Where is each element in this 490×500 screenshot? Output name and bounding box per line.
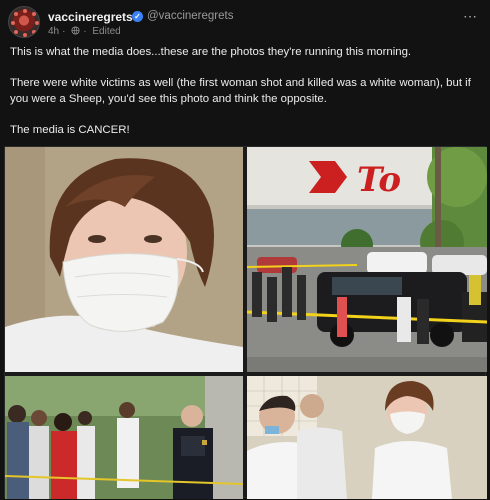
store-police-scene-photo[interactable]: To <box>247 147 487 372</box>
avatar[interactable] <box>8 6 40 38</box>
post-header: vaccineregrets ✓ @vaccineregrets 4h · · E… <box>8 6 482 40</box>
post-time[interactable]: 4h <box>48 26 59 37</box>
post-meta: 4h · · Edited <box>48 26 121 37</box>
post-text: This is what the media does...these are … <box>10 45 480 154</box>
post-paragraph: This is what the media does...these are … <box>10 46 412 58</box>
edited-label[interactable]: Edited <box>92 26 120 37</box>
post-card: vaccineregrets ✓ @vaccineregrets 4h · · E… <box>0 0 490 500</box>
courtroom-photo[interactable] <box>247 376 487 499</box>
globe-icon <box>71 26 80 35</box>
more-options-icon[interactable]: ⋯ <box>463 8 478 25</box>
photo-grid: To <box>4 146 487 499</box>
store-scene-illustration: To <box>247 147 487 372</box>
store-sign-text: To <box>357 160 401 200</box>
verified-icon: ✓ <box>132 11 143 22</box>
courtroom-illustration <box>247 376 487 499</box>
author-name[interactable]: vaccineregrets <box>48 10 133 24</box>
post-paragraph: The media is CANCER! <box>10 123 130 136</box>
young-man-illustration <box>5 147 243 372</box>
crowd-illustration <box>5 376 243 499</box>
author-handle[interactable]: @vaccineregrets <box>147 10 233 22</box>
post-paragraph: There were white victims as well (the fi… <box>10 77 471 105</box>
crowd-officer-photo[interactable] <box>5 376 243 499</box>
young-man-mask-photo[interactable] <box>5 147 243 372</box>
